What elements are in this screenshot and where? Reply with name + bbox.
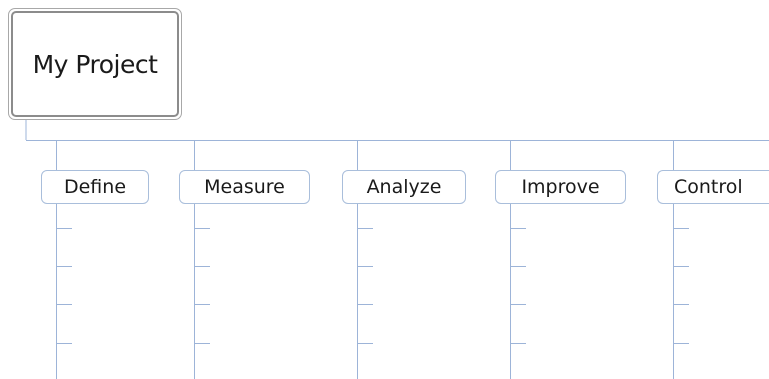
subtopic-stubs-control [673, 228, 689, 344]
central-topic-label: My Project [11, 11, 179, 117]
topic-analyze[interactable]: Analyze [342, 170, 466, 204]
subtopic-stubs-define [56, 228, 72, 344]
topic-define[interactable]: Define [41, 170, 149, 204]
central-topic[interactable]: My Project [8, 8, 182, 120]
topic-control[interactable]: Control [657, 170, 769, 204]
topic-improve[interactable]: Improve [495, 170, 626, 204]
subtopic-stubs-measure [194, 228, 210, 344]
subtopic-stubs-improve [510, 228, 526, 344]
topic-measure[interactable]: Measure [179, 170, 310, 204]
subtopic-stubs-analyze [357, 228, 373, 344]
